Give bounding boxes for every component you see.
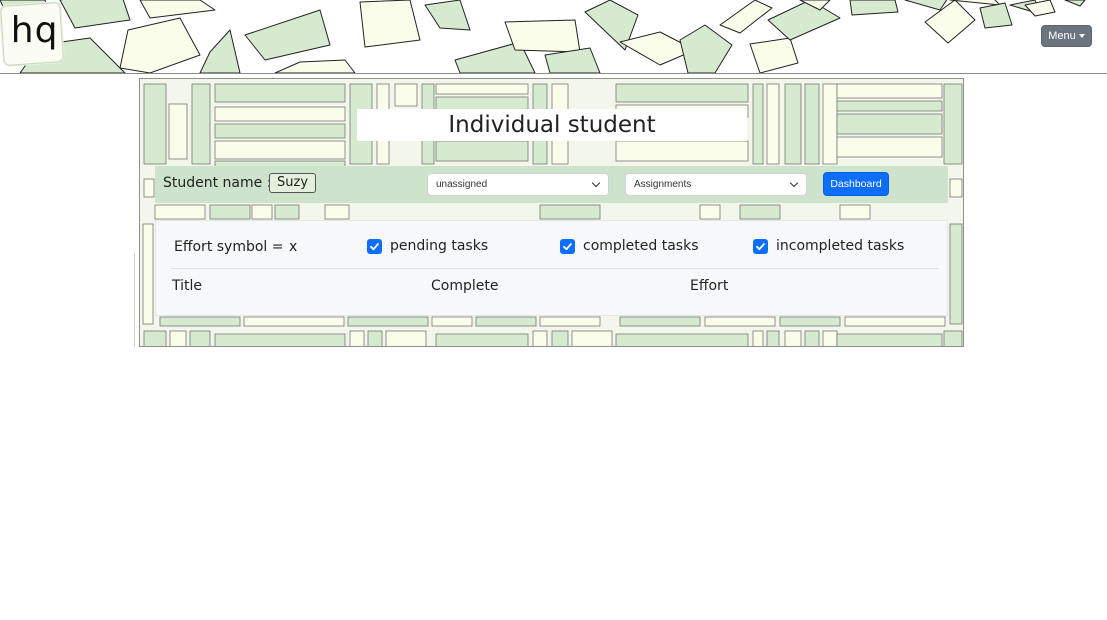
filter-incompleted-tasks[interactable]: incompleted tasks <box>753 238 904 254</box>
filter-pending-tasks[interactable]: pending tasks <box>367 238 488 254</box>
caret-down-icon <box>1078 34 1085 38</box>
logo-text: hq <box>10 9 59 51</box>
student-name-label: Student name : <box>163 175 272 191</box>
student-toolbar: Student name : Suzy unassigned Assignmen… <box>155 166 948 203</box>
header-banner: hq Menu <box>0 0 1107 74</box>
checkbox-checked-icon[interactable] <box>560 238 575 254</box>
filter-label: pending tasks <box>390 238 489 254</box>
divider <box>171 268 939 269</box>
dashboard-button[interactable]: Dashboard <box>823 172 889 196</box>
menu-button[interactable]: Menu <box>1041 25 1092 47</box>
menu-button-label: Menu <box>1048 30 1076 42</box>
effort-symbol-label: Effort symbol = <box>174 239 284 255</box>
app-logo[interactable]: hq <box>0 1 65 67</box>
effort-symbol-value: x <box>289 239 298 255</box>
page-title: Individual student <box>357 109 747 141</box>
filter-label: completed tasks <box>583 238 699 254</box>
view-select-value: Assignments <box>634 179 692 190</box>
checkbox-checked-icon[interactable] <box>753 238 768 254</box>
student-name-badge: Suzy <box>269 173 317 193</box>
view-select[interactable]: Assignments <box>625 173 807 196</box>
filter-completed-tasks[interactable]: completed tasks <box>560 238 699 254</box>
checkbox-checked-icon[interactable] <box>367 238 382 254</box>
student-panel: Individual student Student name : Suzy u… <box>139 78 964 347</box>
filter-label: incompleted tasks <box>776 238 905 254</box>
tasks-card: Effort symbol = x pending tasks complete… <box>155 220 948 316</box>
divider <box>134 253 135 347</box>
assignee-select-value: unassigned <box>436 179 488 190</box>
column-header-effort: Effort <box>690 278 729 294</box>
column-header-complete: Complete <box>431 278 499 294</box>
chevron-down-icon <box>591 178 601 188</box>
chevron-down-icon <box>789 178 799 188</box>
column-header-title: Title <box>172 278 203 294</box>
flying-papers-decoration <box>0 0 1086 73</box>
assignee-select[interactable]: unassigned <box>427 173 609 196</box>
